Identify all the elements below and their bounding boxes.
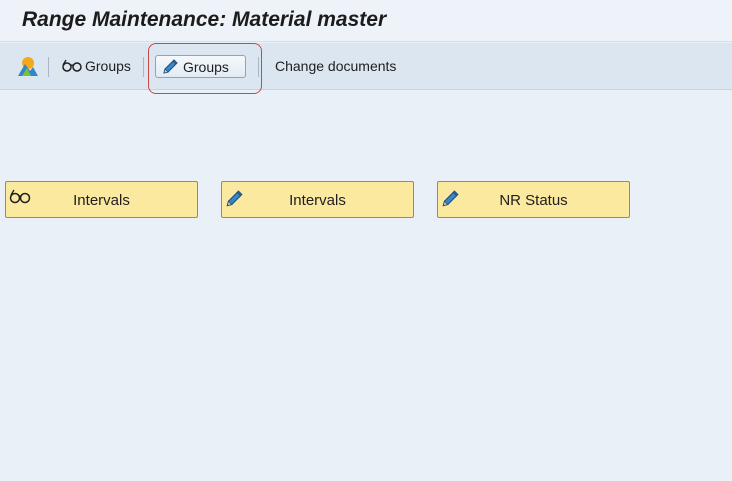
change-groups-label: Groups (183, 58, 229, 75)
change-nr-status-button[interactable]: NR Status (437, 181, 630, 218)
overview-icon[interactable] (17, 55, 39, 77)
change-documents-label: Change documents (275, 58, 397, 74)
change-groups-button[interactable]: Groups (155, 55, 246, 78)
application-toolbar: Groups Change documents (0, 43, 732, 90)
display-intervals-button[interactable]: Intervals (5, 181, 198, 218)
change-documents-button[interactable]: Change documents (275, 58, 396, 74)
display-intervals-label: Intervals (73, 192, 130, 209)
pencil-icon (161, 58, 179, 76)
display-groups-button[interactable]: Groups (61, 58, 131, 74)
title-bar: Range Maintenance: Material master (0, 0, 732, 42)
toolbar-separator (48, 57, 49, 77)
change-intervals-button[interactable]: Intervals (221, 181, 414, 218)
display-groups-label: Groups (85, 58, 131, 74)
page-title: Range Maintenance: Material master (22, 8, 387, 31)
glasses-icon (61, 59, 83, 73)
toolbar-separator (258, 57, 259, 77)
change-nr-status-label: NR Status (499, 192, 568, 209)
toolbar-separator (143, 57, 144, 77)
change-intervals-label: Intervals (289, 192, 346, 209)
